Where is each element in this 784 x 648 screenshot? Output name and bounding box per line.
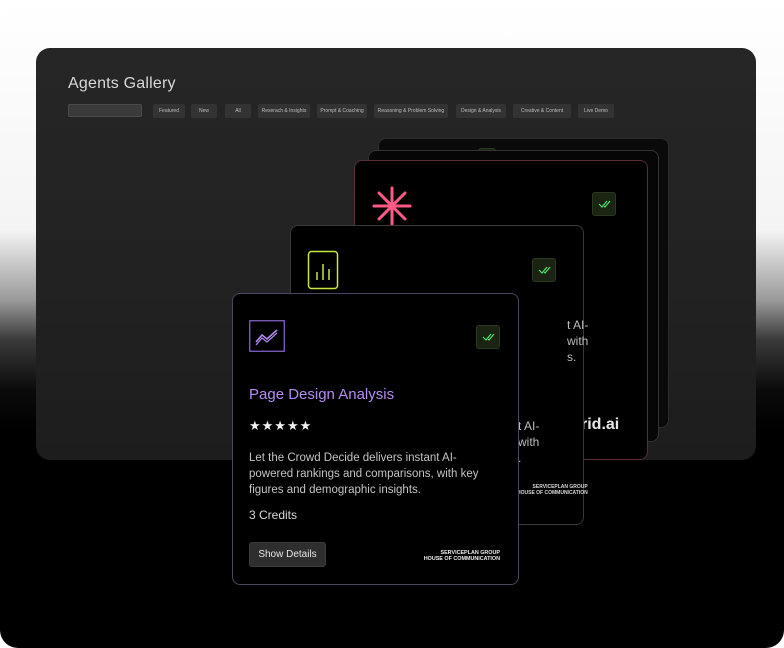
filter-chip-research[interactable]: Reserach & Insights <box>258 104 310 118</box>
filter-chip-creative[interactable]: Creative & Content <box>513 104 571 118</box>
checkmark-badge <box>476 325 500 349</box>
serviceplan-logo: SERVICEPLAN GROUP HOUSE OF COMMUNICATION <box>400 550 500 562</box>
card-description-fragment: . <box>518 451 522 465</box>
filter-chip-design[interactable]: Design & Analysis <box>456 104 506 118</box>
filter-chip-prompt[interactable]: Prompt & Coaching <box>317 104 367 118</box>
card-description-fragment: t AI- <box>518 419 540 433</box>
filter-chip-all[interactable]: All <box>225 104 251 118</box>
logo-line: HOUSE OF COMMUNICATION <box>517 490 588 496</box>
checkmark-badge <box>532 258 556 282</box>
logo-line: HOUSE OF COMMUNICATION <box>423 556 500 562</box>
filter-chip-new[interactable]: New <box>191 104 217 118</box>
serviceplan-logo: SERVICEPLAN GROUP HOUSE OF COMMUNICATION <box>517 484 588 496</box>
star-rating: ★★★★★ <box>249 418 313 433</box>
search-input[interactable] <box>68 104 142 117</box>
show-details-button[interactable]: Show Details <box>249 542 326 567</box>
brand-wordmark: rid.ai <box>581 416 620 433</box>
card-title: Page Design Analysis <box>249 386 395 403</box>
card-description-fragment: with <box>567 334 589 348</box>
trend-chart-icon <box>249 320 285 352</box>
gallery-title: Agents Gallery <box>68 75 176 92</box>
card-description: Let the Crowd Decide delivers instant AI… <box>249 452 479 496</box>
credits-label: 3 Credits <box>249 508 298 522</box>
asterisk-icon <box>372 186 412 226</box>
filter-chip-reasoning[interactable]: Reasoning & Problem Solving <box>374 104 448 118</box>
filter-chip-live-demo[interactable]: Live Demo <box>578 104 614 118</box>
card-description-fragment: t AI- <box>567 318 589 332</box>
filter-chip-featured[interactable]: Featured <box>153 104 185 118</box>
bar-chart-icon <box>307 250 339 290</box>
checkmark-badge <box>592 192 616 216</box>
card-description-fragment: s. <box>567 350 577 364</box>
card-description-fragment: with <box>518 435 540 449</box>
